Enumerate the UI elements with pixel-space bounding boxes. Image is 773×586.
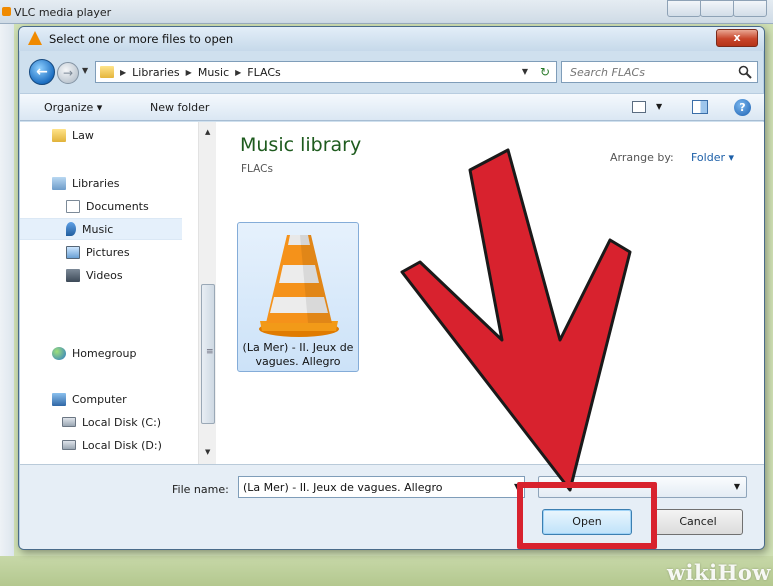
- vlc-cone-icon: [259, 235, 339, 337]
- videos-icon: [66, 268, 80, 282]
- content-area: Law Libraries Documents Music Pictures V…: [20, 122, 764, 464]
- disk-icon: [62, 440, 76, 450]
- search-box[interactable]: [561, 61, 758, 83]
- views-icon[interactable]: [632, 101, 646, 113]
- nav-item-label: Computer: [72, 392, 127, 406]
- nav-item-homegroup[interactable]: Homegroup: [20, 342, 182, 364]
- nav-item-pictures[interactable]: Pictures: [20, 241, 182, 263]
- arrange-by-dropdown[interactable]: Folder ▾: [691, 151, 734, 164]
- file-name-field[interactable]: [238, 476, 525, 498]
- nav-item-label: Local Disk (D:): [82, 438, 162, 452]
- scroll-down-icon[interactable]: ▼: [205, 448, 210, 456]
- background-window-title: VLC media player: [14, 6, 112, 19]
- chevron-down-icon: ▼: [733, 482, 740, 491]
- help-icon[interactable]: ?: [734, 99, 751, 116]
- nav-item-local-disk-c[interactable]: Local Disk (C:): [20, 411, 182, 433]
- file-type-select[interactable]: ▼: [538, 476, 747, 498]
- folder-icon: [52, 128, 66, 142]
- homegroup-icon: [52, 346, 66, 360]
- vlc-icon: [2, 7, 11, 16]
- recent-locations-dropdown[interactable]: ▼: [82, 66, 88, 75]
- dialog-titlebar[interactable]: Select one or more files to open x: [19, 27, 764, 51]
- scroll-up-icon[interactable]: ▲: [205, 128, 210, 136]
- nav-item-label: Pictures: [86, 245, 130, 259]
- documents-icon: [66, 199, 80, 213]
- grip-icon: ≡: [206, 347, 214, 357]
- vlc-cone-icon: [28, 31, 42, 45]
- folder-icon: [100, 66, 114, 78]
- search-icon[interactable]: [737, 64, 753, 80]
- refresh-icon[interactable]: ↻: [540, 65, 550, 79]
- maximize-icon[interactable]: [700, 0, 734, 17]
- arrange-by-label: Arrange by:: [610, 151, 674, 164]
- watermark: wikiHow: [666, 560, 771, 585]
- breadcrumb-music[interactable]: Music: [198, 66, 229, 80]
- command-toolbar: Organize ▾ New folder ▼ ?: [20, 93, 764, 121]
- nav-item-videos[interactable]: Videos: [20, 264, 182, 286]
- minimize-icon[interactable]: [667, 0, 701, 17]
- open-file-dialog: Select one or more files to open x ← → ▼…: [18, 26, 765, 550]
- breadcrumb: ▶ Libraries ▶ Music ▶ FLACs: [120, 66, 281, 80]
- navigation-scrollbar[interactable]: ▲ ≡ ▼: [198, 122, 216, 464]
- nav-item-label: Law: [72, 128, 94, 142]
- address-dropdown-icon[interactable]: ▼: [522, 67, 528, 76]
- nav-item-computer[interactable]: Computer: [20, 388, 182, 410]
- scrollbar-thumb[interactable]: ≡: [201, 284, 215, 424]
- breadcrumb-libraries[interactable]: Libraries: [132, 66, 180, 80]
- music-icon: [66, 222, 76, 236]
- library-subtitle: FLACs: [241, 163, 273, 175]
- file-name-dropdown-icon[interactable]: ▼: [514, 482, 520, 491]
- dialog-title: Select one or more files to open: [49, 32, 234, 46]
- address-row: ← → ▼ ▶ Libraries ▶ Music ▶ FLACs ▼ ↻: [27, 57, 758, 87]
- cancel-button[interactable]: Cancel: [653, 509, 743, 535]
- search-input[interactable]: [570, 63, 730, 81]
- library-title: Music library: [240, 134, 362, 156]
- nav-item-label: Libraries: [72, 176, 120, 190]
- background-window-titlebar: VLC media player: [0, 0, 773, 24]
- close-icon[interactable]: [733, 0, 767, 17]
- background-window-controls[interactable]: [667, 0, 767, 18]
- nav-item-libraries[interactable]: Libraries: [20, 172, 182, 194]
- back-arrow-icon: ←: [36, 64, 48, 80]
- background-window-edge: [0, 24, 14, 564]
- nav-item-label: Homegroup: [72, 346, 137, 360]
- forward-button[interactable]: →: [57, 62, 79, 84]
- file-name-label: File name:: [172, 483, 229, 496]
- nav-item-music[interactable]: Music: [20, 218, 182, 240]
- views-dropdown-icon[interactable]: ▼: [656, 102, 662, 111]
- computer-icon: [52, 392, 66, 406]
- back-button[interactable]: ←: [29, 59, 55, 85]
- nav-item-label: Music: [82, 222, 114, 236]
- file-list-pane: Music library FLACs Arrange by: Folder ▾…: [217, 122, 764, 464]
- forward-arrow-icon: →: [62, 66, 74, 80]
- file-item[interactable]: (La Mer) - II. Jeux de vagues. Allegro: [237, 222, 359, 372]
- desktop-background: [0, 556, 773, 586]
- file-name-input[interactable]: [243, 481, 503, 494]
- nav-item-label: Local Disk (C:): [82, 415, 162, 429]
- nav-item-local-disk-d[interactable]: Local Disk (D:): [20, 434, 182, 456]
- open-button[interactable]: Open: [542, 509, 632, 535]
- libraries-icon: [52, 176, 66, 190]
- preview-pane-icon[interactable]: [692, 100, 708, 114]
- nav-item-documents[interactable]: Documents: [20, 195, 182, 217]
- address-bar[interactable]: ▶ Libraries ▶ Music ▶ FLACs ▼ ↻: [95, 61, 557, 83]
- nav-item-label: Documents: [86, 199, 149, 213]
- pictures-icon: [66, 245, 80, 259]
- nav-item-law[interactable]: Law: [20, 124, 182, 146]
- nav-item-label: Videos: [86, 268, 123, 282]
- file-name-bar: File name: ▼ ▼ Open Cancel: [20, 464, 764, 549]
- navigation-pane: Law Libraries Documents Music Pictures V…: [20, 122, 198, 464]
- file-name-label: (La Mer) - II. Jeux de vagues. Allegro: [242, 341, 354, 368]
- new-folder-button[interactable]: New folder: [150, 101, 209, 114]
- breadcrumb-flacs[interactable]: FLACs: [247, 66, 280, 80]
- dialog-close-button[interactable]: x: [716, 29, 758, 47]
- disk-icon: [62, 417, 76, 427]
- organize-button[interactable]: Organize ▾: [44, 101, 102, 114]
